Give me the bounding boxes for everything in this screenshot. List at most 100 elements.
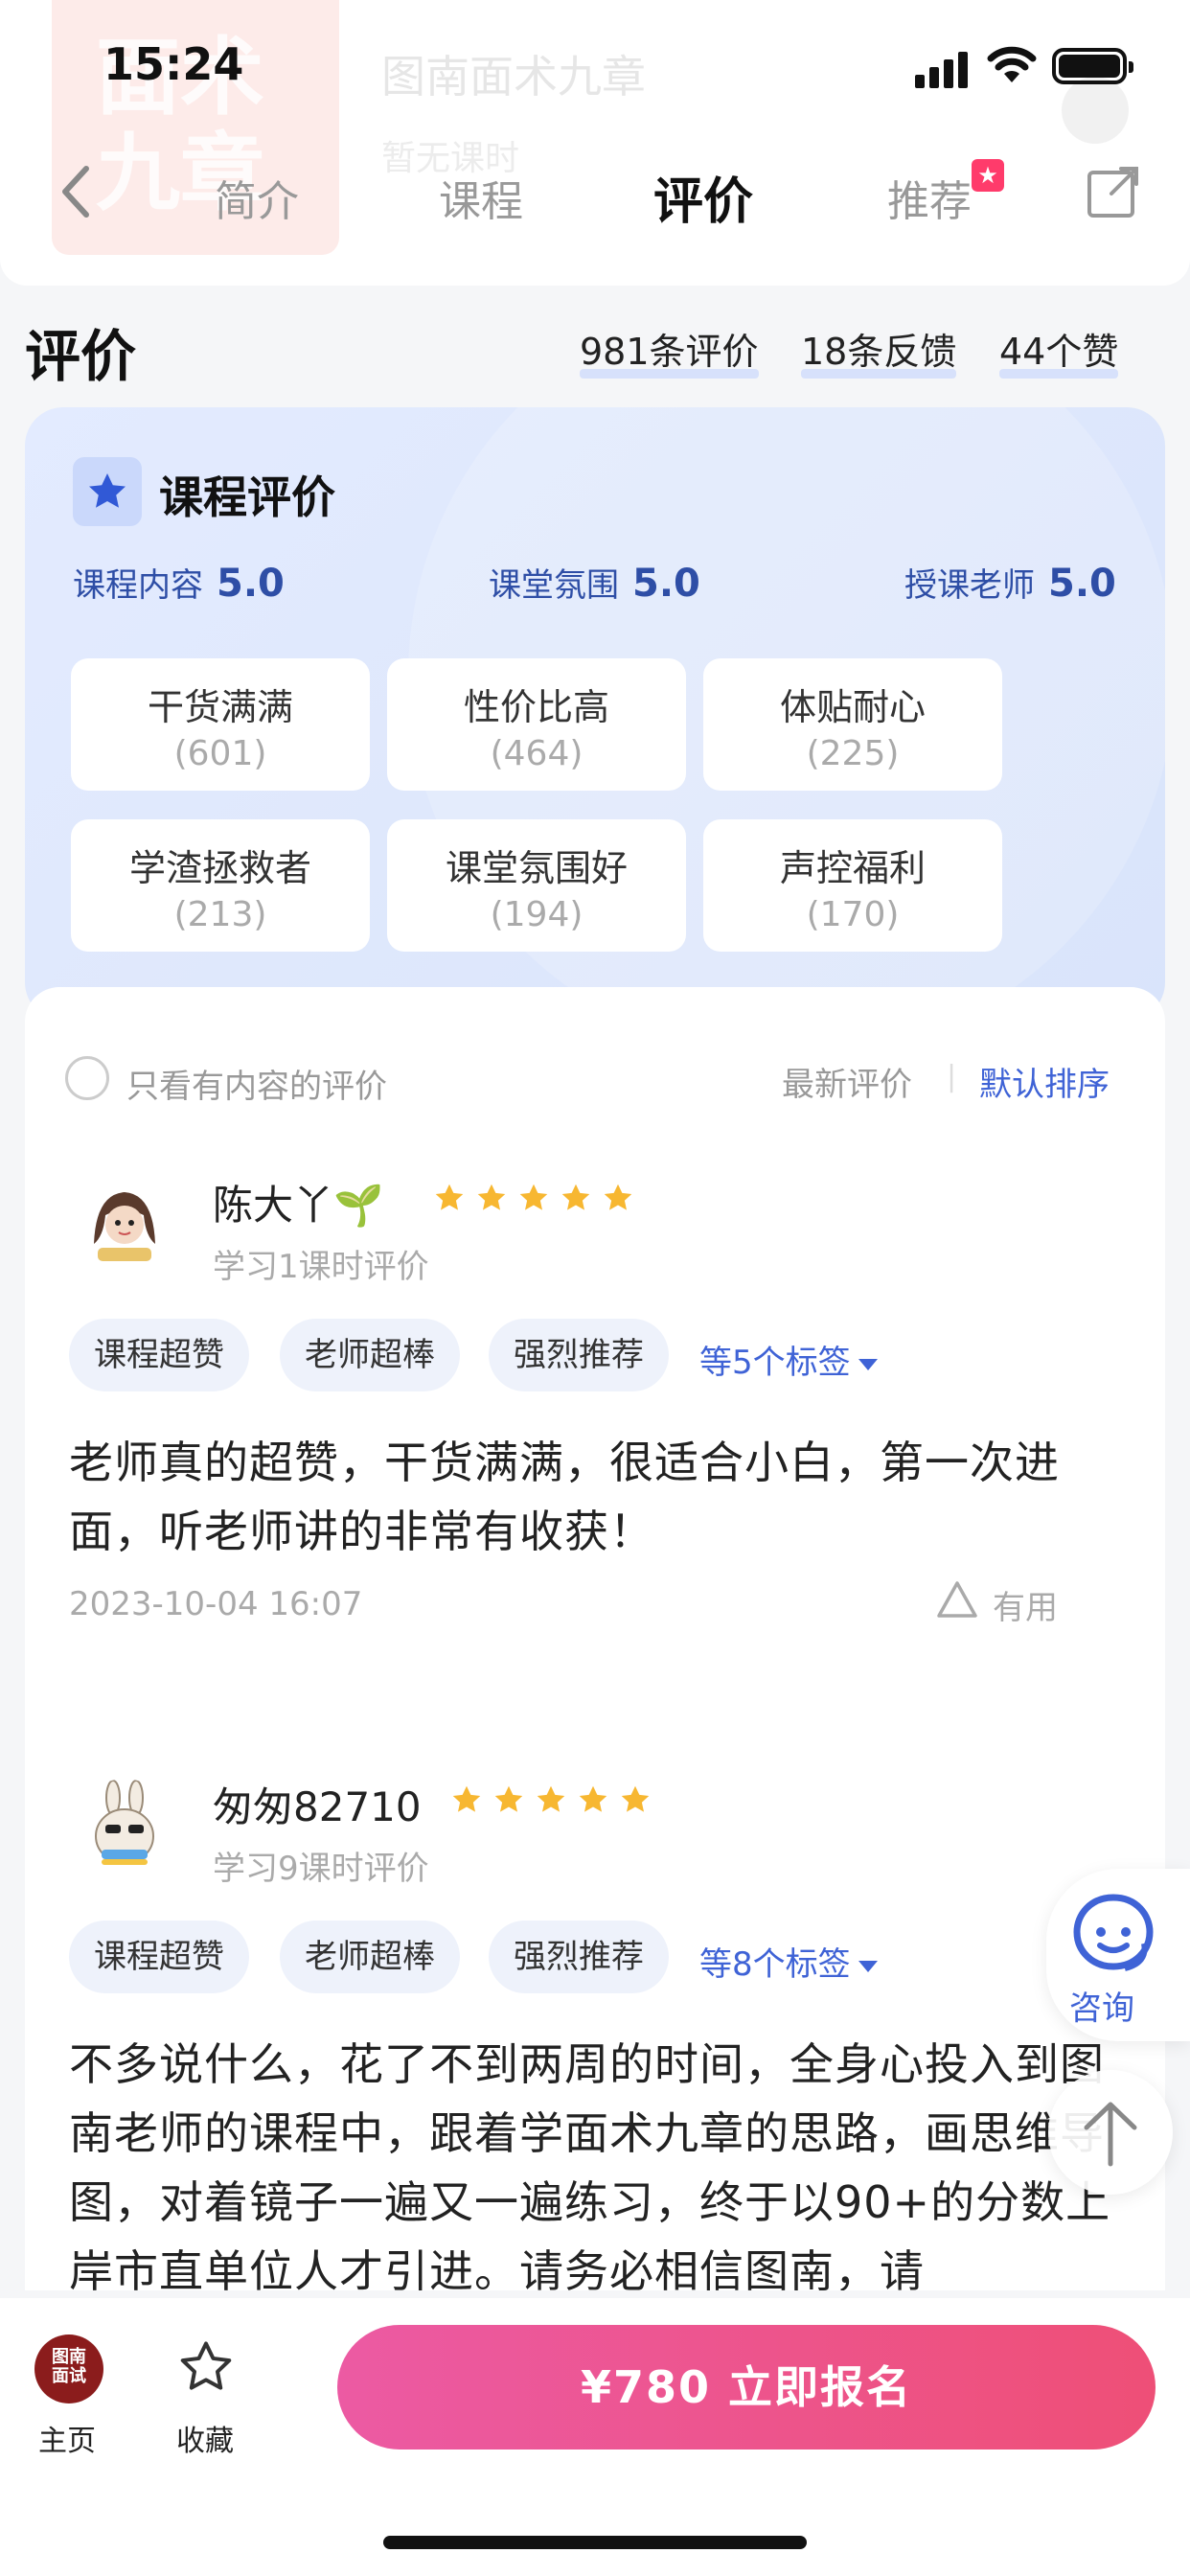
thumb-triangle-icon	[937, 1581, 977, 1618]
stat-review-count[interactable]: 981条评价	[580, 322, 759, 379]
tab-reviews[interactable]: 评价	[653, 161, 754, 233]
star-icon	[494, 1785, 523, 1812]
stat-review-count-text: 981条评价	[580, 331, 759, 373]
enroll-button[interactable]: ¥780 立即报名	[337, 2325, 1156, 2450]
rating-star-icon	[73, 457, 142, 526]
tab-intro[interactable]: 简介	[215, 167, 299, 228]
tag-chip-count: (464)	[490, 734, 584, 773]
stat-like-count[interactable]: 44个赞	[999, 322, 1119, 379]
review-content: 不多说什么，花了不到两周的时间，全身心投入到图南老师的课程中，跟着学面术九章的思…	[69, 2038, 1111, 2290]
score-teacher: 授课老师 5.0	[904, 559, 1116, 606]
study-meta: 学习1课时评价	[213, 1248, 429, 1286]
star-rating	[448, 1782, 659, 1821]
more-tags-toggle[interactable]: 等5个标签	[699, 1336, 878, 1383]
user-name: 陈大丫🌱	[213, 1182, 384, 1229]
arrow-up-icon	[1084, 2102, 1137, 2167]
consult-label: 咨询	[1069, 1990, 1134, 2028]
tag-chip-name: 性价比高	[463, 686, 609, 728]
star-rating	[431, 1181, 642, 1219]
tag-chip-name: 体贴耐心	[779, 686, 926, 728]
battery-icon	[1052, 48, 1133, 84]
tag-chip-name: 课堂氛围好	[445, 847, 628, 889]
review-tag: 强烈推荐	[489, 1920, 669, 1993]
tag-chip-count: (601)	[173, 734, 267, 773]
home-indicator	[383, 2536, 807, 2549]
user-avatar[interactable]	[77, 1779, 172, 1874]
tag-chip[interactable]: 课堂氛围好 (194)	[387, 819, 686, 952]
star-icon	[604, 1184, 632, 1210]
tag-chip[interactable]: 学渣拯救者 (213)	[71, 819, 370, 952]
tag-chip-count: (194)	[490, 895, 584, 934]
more-tags-label: 等5个标签	[699, 1344, 851, 1382]
customer-service-icon	[1073, 1894, 1154, 1971]
share-icon[interactable]	[1085, 163, 1142, 220]
score-atmosphere-value: 5.0	[632, 562, 700, 606]
hot-badge-icon: ★	[972, 159, 1004, 192]
star-icon	[561, 1184, 590, 1210]
tag-chip-count: (170)	[806, 895, 900, 934]
home-label: 主页	[38, 2425, 96, 2458]
score-content: 课程内容 5.0	[73, 559, 285, 606]
sort-default-button[interactable]: 默认排序	[979, 1058, 1110, 1105]
review-date: 2023-10-04 16:07	[69, 1585, 363, 1623]
review-tag: 强烈推荐	[489, 1319, 669, 1392]
tab-bar: 简介 课程 评价 推荐 ★	[0, 153, 1190, 240]
sort-latest-button[interactable]: 最新评价	[782, 1058, 912, 1105]
score-content-label: 课程内容	[73, 566, 203, 605]
tag-chip-count: (213)	[173, 895, 267, 934]
review-tag: 老师超棒	[280, 1319, 460, 1392]
stat-feedback-count[interactable]: 18条反馈	[801, 322, 957, 379]
tab-course[interactable]: 课程	[439, 167, 523, 228]
useful-label: 有用	[993, 1589, 1058, 1627]
star-icon	[621, 1785, 650, 1812]
user-avatar[interactable]	[77, 1177, 172, 1273]
scroll-top-button[interactable]	[1048, 2070, 1173, 2195]
star-icon	[477, 1184, 506, 1210]
stat-feedback-count-text: 18条反馈	[801, 331, 957, 373]
tab-recommend[interactable]: 推荐 ★	[887, 159, 1004, 228]
rating-title: 课程评价	[159, 472, 335, 523]
review-content: 老师真的超赞，干货满满，很适合小白，第一次进面，听老师讲的非常有收获！	[69, 1437, 1060, 1557]
score-atmosphere: 课堂氛围 5.0	[489, 559, 700, 606]
useful-button[interactable]: 有用	[937, 1581, 1058, 1628]
score-atmosphere-label: 课堂氛围	[489, 566, 619, 605]
cellular-signal-icon	[915, 50, 969, 88]
status-bar: 15:24	[0, 29, 1190, 105]
tab-reviews-label: 评价	[653, 173, 754, 231]
score-teacher-value: 5.0	[1048, 562, 1116, 606]
favorite-label: 收藏	[176, 2425, 234, 2458]
brand-logo-icon: 图南 面试	[34, 2334, 103, 2404]
review-tag: 课程超赞	[69, 1319, 249, 1392]
score-content-value: 5.0	[217, 562, 285, 606]
review-list-panel: 只看有内容的评价 最新评价 | 默认排序 陈大丫🌱 学习1课时评价 课程超赞 老…	[25, 987, 1165, 2290]
more-tags-label: 等8个标签	[699, 1945, 851, 1984]
score-teacher-label: 授课老师	[904, 566, 1035, 605]
wifi-icon	[987, 46, 1037, 82]
sort-divider: |	[947, 1060, 957, 1093]
filter-radio[interactable]	[65, 1056, 109, 1100]
consult-button[interactable]: 咨询	[1046, 1869, 1190, 2041]
star-icon	[435, 1184, 464, 1210]
tag-chip-name: 学渣拯救者	[128, 847, 311, 889]
review-tag: 老师超棒	[280, 1920, 460, 1993]
tag-chip[interactable]: 性价比高 (464)	[387, 658, 686, 791]
back-arrow-icon[interactable]	[54, 163, 102, 220]
rating-summary-card: 课程评价 课程内容 5.0 课堂氛围 5.0 授课老师 5.0 干货满满 (601) 性…	[25, 407, 1165, 1021]
star-icon	[452, 1785, 481, 1812]
star-icon	[537, 1785, 565, 1812]
tag-chip[interactable]: 声控福利 (170)	[703, 819, 1002, 952]
star-outline-icon	[180, 2341, 232, 2390]
study-meta: 学习9课时评价	[213, 1850, 429, 1888]
star-icon	[579, 1785, 607, 1812]
user-name: 匆匆82710	[213, 1783, 422, 1830]
filter-label: 只看有内容的评价	[126, 1068, 387, 1106]
tag-chip[interactable]: 体贴耐心 (225)	[703, 658, 1002, 791]
bottom-action-bar: 图南 面试 主页 收藏 ¥780 立即报名	[0, 2298, 1190, 2576]
tag-chip[interactable]: 干货满满 (601)	[71, 658, 370, 791]
tag-chip-count: (225)	[806, 734, 900, 773]
status-time: 15:24	[103, 38, 244, 90]
stat-like-count-text: 44个赞	[999, 331, 1119, 373]
review-tag: 课程超赞	[69, 1920, 249, 1993]
more-tags-toggle[interactable]: 等8个标签	[699, 1938, 878, 1985]
tab-recommend-label: 推荐	[887, 177, 972, 226]
